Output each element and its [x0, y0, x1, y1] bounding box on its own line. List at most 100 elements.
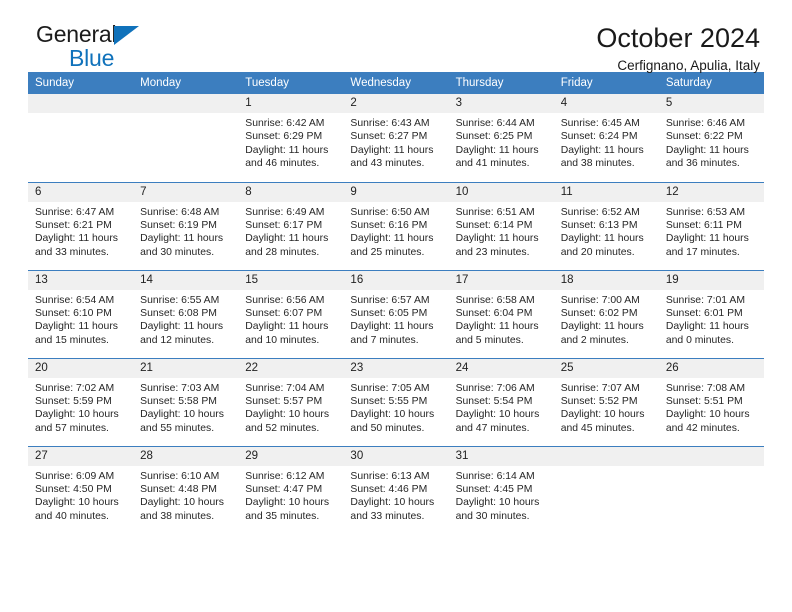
sunset-time: Sunset: 6:16 PM: [350, 219, 428, 231]
calendar-day-cell[interactable]: 2 Sunrise: 6:43 AM Sunset: 6:27 PM Daylight…: [343, 94, 449, 182]
sunrise-time: Sunrise: 6:50 AM: [350, 206, 430, 218]
daylight-duration-line1: Daylight: 11 hours: [455, 321, 539, 333]
calendar-day-cell[interactable]: 17 Sunrise: 6:58 AM Sunset: 6:04 PM Dayligh…: [448, 269, 554, 358]
sunrise-time: Sunrise: 7:06 AM: [455, 382, 535, 394]
calendar-day-cell[interactable]: 22 Sunrise: 7:04 AM Sunset: 5:57 PM Dayligh…: [238, 357, 344, 446]
calendar-day-cell[interactable]: 28 Sunrise: 6:10 AM Sunset: 4:48 PM Dayligh…: [133, 445, 239, 534]
calendar-day-cell[interactable]: 14 Sunrise: 6:55 AM Sunset: 6:08 PM Dayligh…: [133, 269, 239, 358]
daylight-duration-line2: and 38 minutes.: [140, 510, 215, 522]
calendar-cell-empty: [133, 94, 239, 182]
calendar-week-row: 1 Sunrise: 6:42 AM Sunset: 6:29 PM Daylight…: [28, 94, 764, 182]
sunrise-time: Sunrise: 6:47 AM: [35, 206, 115, 218]
calendar-day-cell[interactable]: 29 Sunrise: 6:12 AM Sunset: 4:47 PM Dayligh…: [238, 445, 344, 534]
sunrise-time: Sunrise: 6:52 AM: [560, 206, 640, 218]
calendar-day-cell[interactable]: 5 Sunrise: 6:46 AM Sunset: 6:22 PM Daylight…: [658, 94, 764, 182]
calendar-day-cell[interactable]: 26 Sunrise: 7:08 AM Sunset: 5:51 PM Dayligh…: [658, 357, 764, 446]
day-number: 26: [658, 358, 764, 378]
calendar-day-cell[interactable]: 16 Sunrise: 6:57 AM Sunset: 6:05 PM Dayligh…: [343, 269, 449, 358]
daylight-duration-line2: and 20 minutes.: [560, 246, 635, 258]
daylight-duration-line1: Daylight: 10 hours: [245, 497, 330, 509]
daylight-duration-line2: and 15 minutes.: [35, 334, 109, 346]
sunset-time: Sunset: 5:57 PM: [245, 395, 323, 407]
daylight-duration-line2: and 30 minutes.: [455, 510, 530, 522]
calendar-day-cell[interactable]: 30 Sunrise: 6:13 AM Sunset: 4:46 PM Dayligh…: [343, 445, 449, 534]
day-number: 12: [658, 182, 764, 202]
day-number: 28: [133, 446, 239, 466]
sunset-time: Sunset: 6:24 PM: [560, 131, 638, 143]
calendar-day-cell[interactable]: 12 Sunrise: 6:53 AM Sunset: 6:11 PM Dayligh…: [658, 181, 764, 270]
daylight-duration-line2: and 5 minutes.: [455, 334, 524, 346]
sunset-time: Sunset: 6:21 PM: [35, 219, 112, 231]
day-number: 10: [448, 182, 554, 202]
calendar-day-cell[interactable]: 3 Sunrise: 6:44 AM Sunset: 6:25 PM Daylight…: [448, 94, 554, 182]
calendar-day-cell[interactable]: 18 Sunrise: 7:00 AM Sunset: 6:02 PM Dayligh…: [553, 269, 659, 358]
sunrise-time: Sunrise: 7:04 AM: [245, 382, 325, 394]
day-details: Sunrise: 6:52 AM Sunset: 6:13 PM Daylight:…: [554, 202, 659, 260]
calendar-day-cell[interactable]: 11 Sunrise: 6:52 AM Sunset: 6:13 PM Dayligh…: [553, 181, 659, 270]
calendar-day-cell[interactable]: 24 Sunrise: 7:06 AM Sunset: 5:54 PM Dayligh…: [448, 357, 554, 446]
daylight-duration-line1: Daylight: 11 hours: [560, 144, 644, 156]
sunrise-time: Sunrise: 7:02 AM: [35, 382, 115, 394]
sunset-time: Sunset: 6:22 PM: [665, 131, 743, 143]
daylight-duration-line1: Daylight: 10 hours: [665, 409, 750, 421]
daylight-duration-line2: and 47 minutes.: [455, 422, 530, 434]
daylight-duration-line2: and 28 minutes.: [245, 246, 320, 258]
sunrise-time: Sunrise: 6:57 AM: [350, 294, 430, 306]
sunrise-time: Sunrise: 6:09 AM: [35, 470, 115, 482]
sunrise-time: Sunrise: 6:13 AM: [350, 470, 430, 482]
calendar-week-row: 27 Sunrise: 6:09 AM Sunset: 4:50 PM Dayligh…: [28, 445, 764, 534]
calendar-day-cell[interactable]: 7 Sunrise: 6:48 AM Sunset: 6:19 PM Daylight…: [133, 181, 239, 270]
daylight-duration-line2: and 10 minutes.: [245, 334, 320, 346]
day-details: Sunrise: 6:45 AM Sunset: 6:24 PM Daylight:…: [554, 113, 659, 171]
day-number: 22: [238, 358, 344, 378]
day-details: Sunrise: 7:01 AM Sunset: 6:01 PM Daylight:…: [659, 290, 764, 348]
sunset-time: Sunset: 6:27 PM: [350, 131, 428, 143]
daylight-duration-line1: Daylight: 10 hours: [140, 497, 224, 509]
general-blue-logo: General Blue: [28, 22, 218, 70]
calendar-day-cell[interactable]: 25 Sunrise: 7:07 AM Sunset: 5:52 PM Dayligh…: [553, 357, 659, 446]
sunset-time: Sunset: 4:47 PM: [245, 483, 323, 495]
calendar-day-cell[interactable]: 27 Sunrise: 6:09 AM Sunset: 4:50 PM Dayligh…: [28, 445, 134, 534]
daylight-duration-line2: and 0 minutes.: [665, 334, 735, 346]
calendar-day-cell[interactable]: 20 Sunrise: 7:02 AM Sunset: 5:59 PM Dayligh…: [28, 357, 134, 446]
calendar-day-cell[interactable]: 21 Sunrise: 7:03 AM Sunset: 5:58 PM Dayligh…: [133, 357, 239, 446]
daylight-duration-line2: and 2 minutes.: [560, 334, 629, 346]
day-details: Sunrise: 7:00 AM Sunset: 6:02 PM Daylight:…: [554, 290, 659, 348]
weekday-header-thursday: Thursday: [448, 72, 554, 94]
day-number: [28, 94, 134, 113]
weekday-header-wednesday: Wednesday: [343, 72, 449, 94]
calendar-day-cell[interactable]: 23 Sunrise: 7:05 AM Sunset: 5:55 PM Dayligh…: [343, 357, 449, 446]
calendar-day-cell[interactable]: 4 Sunrise: 6:45 AM Sunset: 6:24 PM Daylight…: [553, 94, 659, 182]
day-number: 20: [28, 358, 134, 378]
calendar-day-cell[interactable]: 8 Sunrise: 6:49 AM Sunset: 6:17 PM Daylight…: [238, 181, 344, 270]
sunrise-time: Sunrise: 7:05 AM: [350, 382, 430, 394]
sunrise-time: Sunrise: 6:53 AM: [665, 206, 745, 218]
calendar-day-cell[interactable]: 13 Sunrise: 6:54 AM Sunset: 6:10 PM Dayligh…: [28, 269, 134, 358]
calendar-day-cell[interactable]: 15 Sunrise: 6:56 AM Sunset: 6:07 PM Dayligh…: [238, 269, 344, 358]
calendar-day-cell[interactable]: 10 Sunrise: 6:51 AM Sunset: 6:14 PM Dayligh…: [448, 181, 554, 270]
sunset-time: Sunset: 6:14 PM: [455, 219, 533, 231]
calendar-body: 1 Sunrise: 6:42 AM Sunset: 6:29 PM Daylight…: [28, 94, 764, 534]
calendar-day-cell[interactable]: 9 Sunrise: 6:50 AM Sunset: 6:16 PM Daylight…: [343, 181, 449, 270]
daylight-duration-line1: Daylight: 10 hours: [455, 409, 540, 421]
sunset-time: Sunset: 5:59 PM: [35, 395, 112, 407]
sunset-time: Sunset: 6:02 PM: [560, 307, 638, 319]
calendar-day-cell[interactable]: 6 Sunrise: 6:47 AM Sunset: 6:21 PM Daylight…: [28, 181, 134, 270]
daylight-duration-line2: and 42 minutes.: [665, 422, 740, 434]
calendar-week-row: 13 Sunrise: 6:54 AM Sunset: 6:10 PM Dayligh…: [28, 269, 764, 358]
day-number: 9: [343, 182, 449, 202]
day-details: Sunrise: 7:07 AM Sunset: 5:52 PM Daylight:…: [554, 378, 659, 436]
sunset-time: Sunset: 6:11 PM: [665, 219, 742, 231]
calendar-day-cell[interactable]: 1 Sunrise: 6:42 AM Sunset: 6:29 PM Daylight…: [238, 94, 344, 182]
daylight-duration-line1: Daylight: 10 hours: [35, 497, 119, 509]
logo-text-blue: Blue: [69, 45, 115, 71]
daylight-duration-line1: Daylight: 11 hours: [350, 233, 434, 245]
calendar-day-cell[interactable]: 31 Sunrise: 6:14 AM Sunset: 4:45 PM Dayligh…: [448, 445, 554, 534]
sunrise-time: Sunrise: 6:45 AM: [560, 118, 640, 129]
daylight-duration-line1: Daylight: 10 hours: [245, 409, 330, 421]
daylight-duration-line2: and 50 minutes.: [350, 422, 425, 434]
weekday-header-sunday: Sunday: [28, 72, 134, 94]
calendar-day-cell[interactable]: 19 Sunrise: 7:01 AM Sunset: 6:01 PM Dayligh…: [658, 269, 764, 358]
daylight-duration-line1: Daylight: 11 hours: [245, 321, 329, 333]
calendar-cell-empty: [553, 445, 659, 534]
